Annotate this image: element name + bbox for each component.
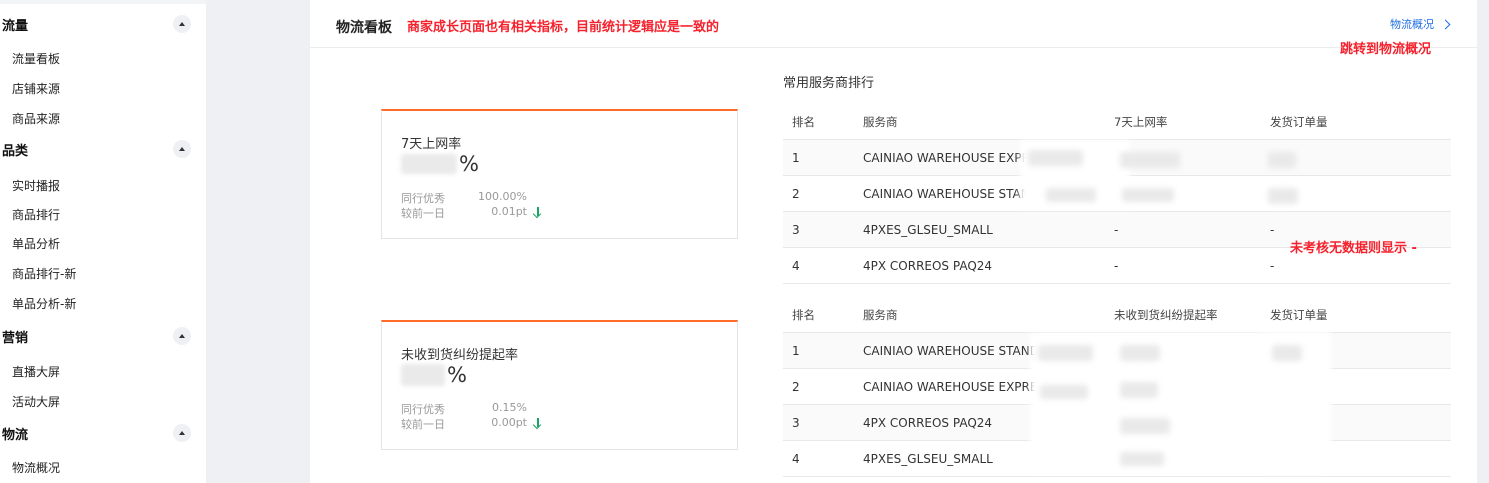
column-header-rank: 排名	[792, 308, 815, 322]
column-header-volume: 发货订单量	[1270, 308, 1328, 322]
sidebar-group-category[interactable]: 品类	[0, 134, 206, 164]
sidebar-item-live-screen[interactable]: 直播大屏	[12, 359, 192, 383]
redaction-mask	[1120, 382, 1158, 398]
ranking-title: 常用服务商排行	[783, 76, 875, 91]
metric-unit: %	[459, 152, 479, 176]
sidebar-item-product-source[interactable]: 商品来源	[12, 106, 192, 130]
sidebar-item-realtime[interactable]: 实时播报	[12, 173, 192, 197]
sidebar-group-marketing[interactable]: 营销	[0, 321, 206, 351]
sidebar-item-event-screen[interactable]: 活动大屏	[12, 389, 192, 413]
annotation-note: 商家成长页面也有相关指标，目前统计逻辑应是一致的	[407, 20, 720, 35]
redaction-mask	[1268, 188, 1298, 204]
metric-unit: %	[447, 363, 467, 387]
table-header-row: 排名 服务商 7天上网率 发货订单量	[783, 104, 1451, 140]
peer-label: 同行优秀	[401, 403, 445, 416]
sidebar-group-traffic[interactable]: 流量	[0, 9, 206, 39]
redaction-mask	[1040, 385, 1088, 399]
column-header-provider: 服务商	[863, 115, 898, 129]
redaction-mask	[1046, 188, 1096, 202]
sidebar-group-label: 物流	[2, 427, 29, 443]
sidebar-item-traffic-board[interactable]: 流量看板	[12, 46, 192, 70]
redaction-mask	[1120, 418, 1170, 434]
redaction-mask	[1038, 345, 1093, 361]
peer-label: 同行优秀	[401, 192, 445, 205]
collapse-icon[interactable]	[173, 424, 191, 442]
chevron-right-icon	[1440, 19, 1451, 29]
metric-value: %	[401, 360, 467, 390]
collapse-icon[interactable]	[173, 15, 191, 33]
sidebar-group-label: 品类	[2, 143, 29, 159]
logistics-dashboard-panel: 物流看板 商家成长页面也有相关指标，目前统计逻辑应是一致的 物流概况 跳转到物流…	[310, 0, 1477, 483]
collapse-icon[interactable]	[173, 327, 191, 345]
column-header-volume: 发货订单量	[1270, 115, 1328, 129]
column-header-rate: 未收到货纠纷提起率	[1114, 308, 1218, 322]
peer-value: 0.15%	[492, 401, 527, 414]
collapse-icon[interactable]	[173, 140, 191, 158]
metric-card-online-rate: 7天上网率 % 同行优秀 100.00% 较前一日 0.01pt	[381, 109, 738, 239]
rank-cell: 2	[792, 380, 800, 394]
sidebar: 流量 流量看板 店铺来源 商品来源 品类 实时播报 商品排行 单品分析 商品排行…	[0, 0, 206, 483]
sidebar-item-single-analysis-new[interactable]: 单品分析-新	[12, 291, 192, 315]
annotation-empty-note: 未考核无数据则显示 -	[1290, 241, 1417, 256]
sidebar-group-label: 营销	[2, 330, 29, 346]
column-header-rank: 排名	[792, 115, 815, 129]
redaction-mask	[1268, 152, 1296, 168]
table-header-row: 排名 服务商 未收到货纠纷提起率 发货订单量	[783, 297, 1451, 333]
redacted-value	[401, 154, 457, 174]
arrow-down-icon	[533, 418, 542, 429]
page-title: 物流看板	[336, 20, 392, 36]
delta-label: 较前一日	[401, 207, 445, 220]
panel-header: 物流看板 商家成长页面也有相关指标，目前统计逻辑应是一致的 物流概况 跳转到物流…	[310, 0, 1477, 57]
redaction-mask	[1122, 188, 1174, 202]
sidebar-item-logistics-overview[interactable]: 物流概况	[12, 455, 192, 479]
rank-cell: 4	[792, 259, 800, 273]
rank-cell: 1	[792, 344, 800, 358]
redaction-mask	[1120, 345, 1160, 361]
rank-cell: 2	[792, 187, 800, 201]
provider-cell: 4PX CORREOS PAQ24	[863, 259, 993, 273]
rate-cell: -	[1114, 259, 1119, 273]
rank-cell: 4	[792, 452, 800, 466]
sidebar-top-divider	[0, 0, 206, 4]
rank-cell: 3	[792, 416, 800, 430]
delta-label: 较前一日	[401, 418, 445, 431]
redaction-mask	[1120, 152, 1180, 168]
sidebar-item-product-ranking-new[interactable]: 商品排行-新	[12, 261, 192, 285]
sidebar-item-store-source[interactable]: 店铺来源	[12, 76, 192, 100]
link-label: 物流概况	[1390, 18, 1434, 31]
column-header-rate: 7天上网率	[1114, 115, 1168, 129]
delta-value: 0.01pt	[491, 205, 527, 218]
sidebar-group-logistics[interactable]: 物流	[0, 418, 206, 448]
metric-value: %	[401, 149, 479, 179]
redaction-mask	[1272, 345, 1302, 361]
redacted-value	[401, 364, 445, 386]
sidebar-group-label: 流量	[2, 18, 29, 34]
sidebar-item-single-analysis[interactable]: 单品分析	[12, 231, 192, 255]
rank-cell: 1	[792, 151, 800, 165]
rank-cell: 3	[792, 223, 800, 237]
volume-cell: -	[1270, 223, 1275, 237]
volume-cell: -	[1270, 259, 1275, 273]
rate-cell: -	[1114, 223, 1119, 237]
logistics-overview-link[interactable]: 物流概况	[1390, 16, 1451, 32]
annotation-link-note: 跳转到物流概况	[1340, 42, 1432, 57]
redaction-mask	[1028, 150, 1083, 166]
delta-value: 0.00pt	[491, 416, 527, 429]
redaction-mask	[1120, 452, 1164, 466]
provider-cell: 4PXES_GLSEU_SMALL	[863, 223, 993, 237]
arrow-down-icon	[533, 207, 542, 218]
peer-value: 100.00%	[478, 190, 527, 203]
sidebar-item-product-ranking[interactable]: 商品排行	[12, 202, 192, 226]
column-header-provider: 服务商	[863, 308, 898, 322]
metric-card-dispute-rate: 未收到货纠纷提起率 % 同行优秀 0.15% 较前一日 0.00pt	[381, 320, 738, 450]
